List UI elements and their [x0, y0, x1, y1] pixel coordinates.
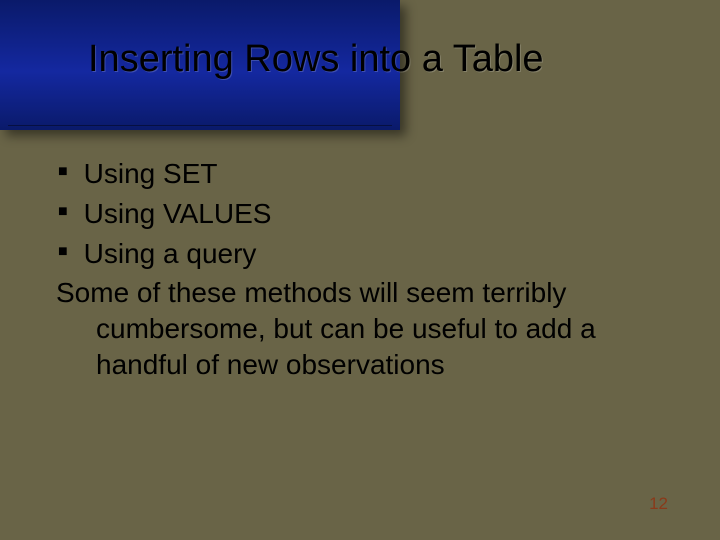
slide: Inserting Rows into a Table ■ Using SET …: [0, 0, 720, 540]
paragraph-line: cumbersome, but can be useful to add a: [56, 311, 670, 347]
bullet-square-icon: ■: [58, 196, 68, 228]
bullet-square-icon: ■: [58, 236, 68, 268]
body-paragraph: Some of these methods will seem terribly…: [56, 275, 670, 382]
slide-body: ■ Using SET ■ Using VALUES ■ Using a que…: [56, 156, 670, 383]
bullet-item: ■ Using SET: [56, 156, 670, 192]
bullet-square-icon: ■: [58, 156, 68, 188]
paragraph-line: handful of new observations: [56, 347, 670, 383]
slide-title: Inserting Rows into a Table: [88, 38, 680, 81]
bullet-text: Using SET: [84, 156, 670, 192]
bullet-item: ■ Using a query: [56, 236, 670, 272]
bullet-text: Using VALUES: [84, 196, 670, 232]
bullet-text: Using a query: [84, 236, 670, 272]
paragraph-line: Some of these methods will seem terribly: [56, 277, 566, 308]
page-number: 12: [649, 494, 668, 514]
bullet-item: ■ Using VALUES: [56, 196, 670, 232]
